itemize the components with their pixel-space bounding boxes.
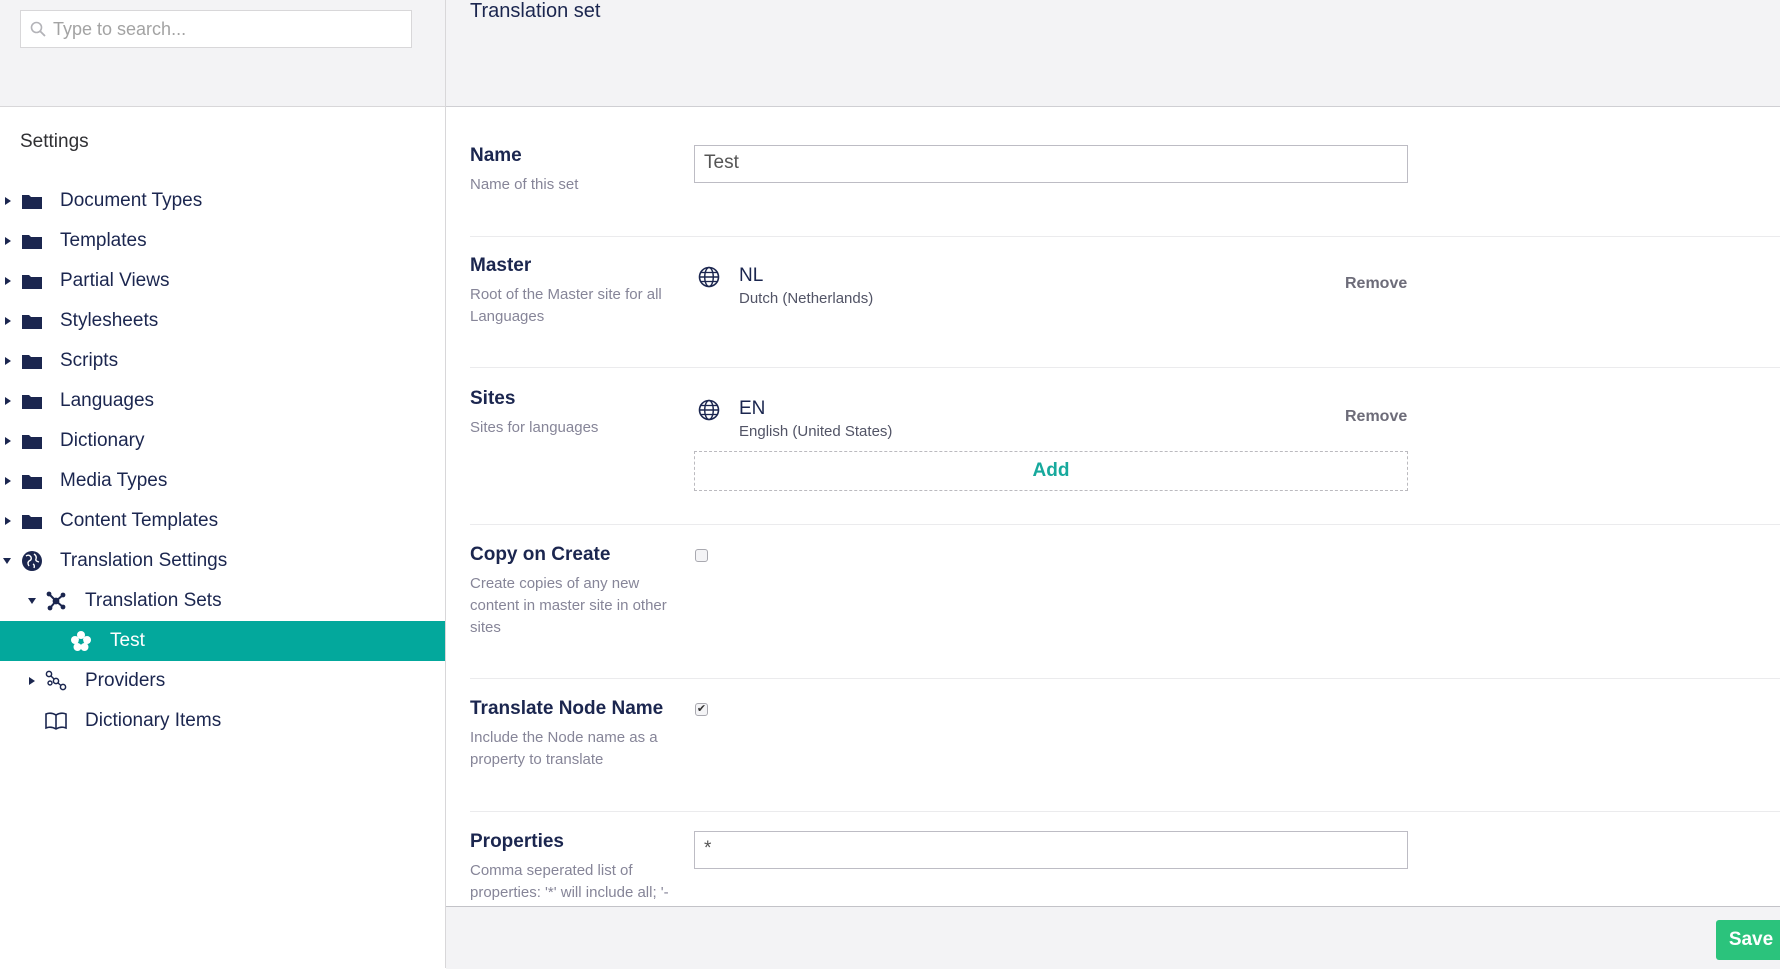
page-title: Translation set: [470, 0, 601, 22]
folder-icon: [20, 470, 44, 492]
properties-input[interactable]: *: [694, 831, 1408, 869]
translate-node-name-label: Translate Node Name: [470, 698, 664, 719]
caret-right-icon[interactable]: [2, 195, 14, 207]
folder-icon: [20, 310, 44, 332]
caret-right-icon[interactable]: [2, 475, 14, 487]
add-site-button[interactable]: Add: [694, 451, 1408, 491]
caret-right-icon[interactable]: [2, 315, 14, 327]
folder-icon: [20, 350, 44, 372]
copy-on-create-description: Create copies of any new content in mast…: [470, 575, 667, 636]
book-icon: [44, 710, 68, 732]
tree-item-dictionary-items[interactable]: Dictionary Items: [0, 701, 445, 741]
translate-node-name-checkbox[interactable]: ✔: [695, 703, 708, 716]
folder-icon: [20, 430, 44, 452]
search-icon: [30, 21, 46, 37]
folder-icon: [20, 390, 44, 412]
site-remove-button[interactable]: Remove: [1345, 408, 1407, 426]
name-input[interactable]: Test: [694, 145, 1408, 183]
sites-label: Sites: [470, 388, 516, 409]
tree-item-label: Templates: [60, 230, 147, 251]
copy-on-create-checkbox[interactable]: [695, 549, 708, 562]
tree-item-label: Content Templates: [60, 510, 219, 531]
tree-item-document-types[interactable]: Document Types: [0, 181, 445, 221]
master-site-name: Dutch (Netherlands): [739, 290, 874, 307]
copy-on-create-label: Copy on Create: [470, 544, 611, 565]
tree-item-label: Scripts: [60, 350, 119, 371]
tree-item-languages[interactable]: Languages: [0, 381, 445, 421]
name-label: Name: [470, 145, 522, 166]
master-remove-button[interactable]: Remove: [1345, 275, 1407, 293]
tree-item-translation-sets[interactable]: Translation Sets: [0, 581, 445, 621]
tree-item-providers[interactable]: Providers: [0, 661, 445, 701]
search-area: [0, 0, 445, 107]
checkmark-icon: ✔: [696, 703, 707, 715]
divider: [470, 367, 1780, 368]
divider: [470, 811, 1780, 812]
tree-item-label: Dictionary: [60, 430, 145, 451]
tree-item-dictionary[interactable]: Dictionary: [0, 421, 445, 461]
tree-item-media-types[interactable]: Media Types: [0, 461, 445, 501]
caret-right-icon[interactable]: [2, 395, 14, 407]
tree-item-label: Dictionary Items: [85, 710, 222, 731]
tree-item-content-templates[interactable]: Content Templates: [0, 501, 445, 541]
editor-header: Translation set: [446, 0, 1780, 107]
divider: [470, 236, 1780, 237]
editor-footer: Save: [446, 906, 1780, 969]
master-description: Root of the Master site for all Language…: [470, 286, 662, 325]
tree-item-label: Partial Views: [60, 270, 170, 291]
translate-node-name-description: Include the Node name as a property to t…: [470, 729, 658, 768]
folder-icon: [20, 230, 44, 252]
folder-icon: [20, 270, 44, 292]
properties-description: Comma seperated list of properties: '*' …: [470, 862, 669, 901]
caret-down-icon[interactable]: [1, 555, 13, 567]
caret-right-icon[interactable]: [2, 275, 14, 287]
tree-item-label: Translation Sets: [85, 590, 222, 611]
tree-item-test[interactable]: Test: [0, 621, 445, 661]
tree-item-label: Test: [110, 630, 145, 651]
tree-item-label: Document Types: [60, 190, 203, 211]
tree-item-translation-settings[interactable]: Translation Settings: [0, 541, 445, 581]
caret-right-icon[interactable]: [2, 435, 14, 447]
divider: [470, 678, 1780, 679]
master-site-code: NL: [739, 265, 764, 286]
save-button[interactable]: Save: [1716, 920, 1780, 960]
sites-description: Sites for languages: [470, 419, 599, 436]
divider: [470, 524, 1780, 525]
globe-icon: [20, 550, 44, 572]
search-input[interactable]: [53, 11, 403, 47]
tree-item-stylesheets[interactable]: Stylesheets: [0, 301, 445, 341]
editor-content: Name Name of this set Test Master Root o…: [446, 107, 1780, 906]
master-label: Master: [470, 255, 532, 276]
tree-item-label: Media Types: [60, 470, 168, 491]
caret-down-icon[interactable]: [26, 595, 38, 607]
globe-icon: [698, 266, 720, 288]
tree-item-label: Languages: [60, 390, 155, 411]
site-code: EN: [739, 398, 766, 419]
network-icon: [44, 590, 68, 612]
links-icon: [44, 670, 68, 692]
caret-right-icon[interactable]: [2, 355, 14, 367]
caret-right-icon[interactable]: [2, 235, 14, 247]
name-description: Name of this set: [470, 176, 579, 193]
sidebar: Settings Document Types Templates Partia…: [0, 0, 446, 968]
site-name: English (United States): [739, 423, 893, 440]
properties-label: Properties: [470, 831, 564, 852]
flower-icon: [69, 630, 93, 652]
section-title: Settings: [20, 131, 89, 152]
tree-item-label: Providers: [85, 670, 166, 691]
caret-right-icon[interactable]: [26, 675, 38, 687]
tree-item-scripts[interactable]: Scripts: [0, 341, 445, 381]
folder-icon: [20, 190, 44, 212]
tree-item-label: Translation Settings: [60, 550, 228, 571]
search-box[interactable]: [20, 10, 412, 48]
tree-item-label: Stylesheets: [60, 310, 159, 331]
folder-icon: [20, 510, 44, 532]
tree-item-partial-views[interactable]: Partial Views: [0, 261, 445, 301]
globe-icon: [698, 399, 720, 421]
caret-right-icon[interactable]: [2, 515, 14, 527]
tree-item-templates[interactable]: Templates: [0, 221, 445, 261]
